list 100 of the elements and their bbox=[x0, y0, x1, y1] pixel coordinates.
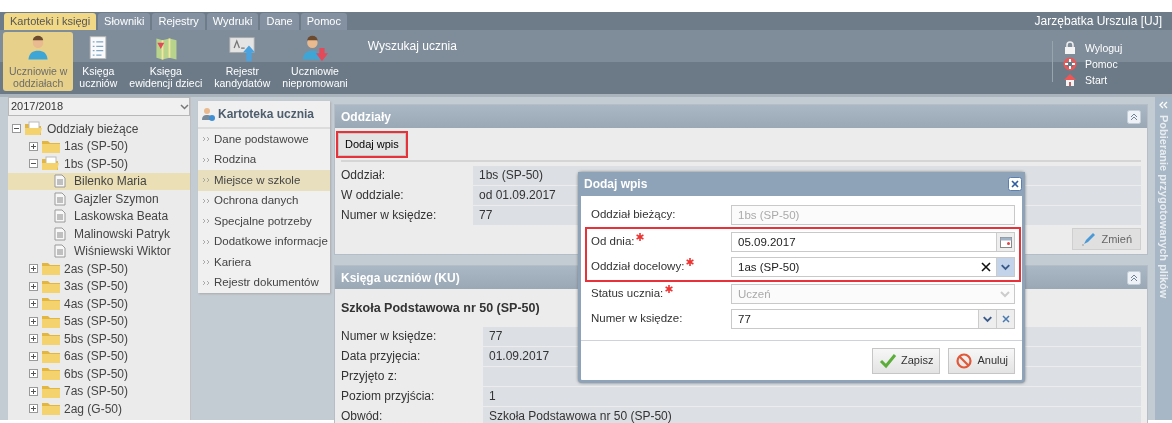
tree-item[interactable]: 5as (SP-50) bbox=[8, 312, 190, 330]
tree-item[interactable]: Bilenko Maria bbox=[8, 172, 190, 190]
tree-item[interactable]: 3as (SP-50) bbox=[8, 277, 190, 295]
ribbon-button[interactable]: Księga ewidencji dzieci bbox=[123, 32, 209, 91]
menu-item[interactable]: Ochrona danych bbox=[198, 190, 330, 211]
field-frame[interactable]: 05.09.2017 bbox=[731, 232, 1015, 252]
expand-icon[interactable] bbox=[29, 369, 38, 379]
school-name: Szkoła Podstawowa nr 50 (SP-50) bbox=[341, 300, 540, 317]
chevron-icon bbox=[202, 238, 210, 245]
folder-icon bbox=[41, 383, 61, 399]
close-icon[interactable] bbox=[1008, 177, 1022, 191]
expand-icon[interactable] bbox=[29, 386, 38, 396]
tree-item[interactable]: Gajzler Szymon bbox=[8, 190, 190, 208]
person-icon bbox=[201, 107, 215, 121]
folder-icon bbox=[41, 156, 61, 172]
tree-item[interactable]: 2ag (G-50) bbox=[8, 400, 190, 418]
combo-field[interactable]: 77 bbox=[732, 310, 978, 328]
tree-item[interactable]: 5bs (SP-50) bbox=[8, 330, 190, 348]
combo-field[interactable]: 1as (SP-50) bbox=[732, 258, 976, 276]
tree-item[interactable]: 6bs (SP-50) bbox=[8, 365, 190, 383]
menu-item[interactable]: Kariera bbox=[198, 252, 330, 273]
dropdown-button[interactable] bbox=[978, 310, 996, 328]
chevron-icon bbox=[202, 156, 210, 163]
collapse-icon[interactable] bbox=[12, 124, 21, 134]
tree-item[interactable]: 7as (SP-50) bbox=[8, 382, 190, 400]
user-name: Jarzębatka Urszula [UJ] bbox=[1034, 13, 1163, 30]
expand-icon[interactable] bbox=[29, 316, 38, 326]
field-label: Oddział bieżący: bbox=[591, 207, 676, 223]
tree-item[interactable]: Oddziały bieżące bbox=[8, 120, 190, 138]
field-value: 1 bbox=[483, 386, 1141, 406]
expand-icon[interactable] bbox=[29, 281, 38, 291]
lifebuoy-icon bbox=[1063, 57, 1077, 71]
year-select[interactable]: 2017/2018 bbox=[8, 97, 190, 116]
folder-icon bbox=[41, 261, 61, 277]
expand-icon[interactable] bbox=[29, 404, 38, 414]
caret-icon bbox=[180, 103, 189, 110]
folder-icon bbox=[41, 278, 61, 294]
ribbon-button[interactable]: Uczniowie niepromowani bbox=[276, 32, 354, 91]
tree-item[interactable]: Malinowski Patryk bbox=[8, 225, 190, 243]
folder-icon bbox=[41, 296, 61, 312]
field-label: Oddział docelowy: bbox=[591, 259, 685, 275]
field-label: Status ucznia: bbox=[591, 286, 664, 302]
menu-item[interactable]: Rejestr dokumentów bbox=[198, 272, 330, 293]
field-label: Obwód: bbox=[341, 408, 384, 423]
close-icon bbox=[981, 262, 991, 272]
calendar-button[interactable] bbox=[996, 233, 1014, 251]
expand-icon[interactable] bbox=[29, 141, 38, 151]
quick-link[interactable]: Start bbox=[1063, 73, 1172, 87]
expand-icon[interactable] bbox=[29, 299, 38, 309]
field-label: Oddział: bbox=[341, 167, 387, 184]
save-button[interactable]: Zapisz bbox=[872, 347, 941, 374]
menu-item[interactable]: Rodzina bbox=[198, 149, 330, 170]
expand-icon[interactable] bbox=[29, 264, 38, 274]
pencil-icon bbox=[1081, 231, 1098, 246]
add-entry-button[interactable]: Dodaj wpis bbox=[338, 133, 406, 156]
tree-item[interactable]: 1as (SP-50) bbox=[8, 137, 190, 155]
ribbon-button[interactable]: Księga uczniów bbox=[73, 32, 124, 91]
close-icon bbox=[1000, 314, 1011, 324]
lock-icon bbox=[1063, 41, 1077, 55]
menu-tab[interactable]: Kartoteki i księgi bbox=[4, 13, 97, 30]
menu-item[interactable]: Dane podstawowe bbox=[198, 129, 330, 150]
field-label: Data przyjęcia: bbox=[341, 348, 422, 366]
field-label: Przyjęto z: bbox=[341, 368, 398, 386]
menu-item[interactable]: Specjalne potrzeby bbox=[198, 211, 330, 232]
folder-icon bbox=[41, 401, 61, 417]
folder-icon bbox=[41, 366, 61, 382]
menu-item[interactable]: Dodatkowe informacje bbox=[198, 231, 330, 252]
chevron-icon bbox=[202, 279, 210, 286]
collapse-icon[interactable] bbox=[29, 159, 38, 169]
field-frame[interactable]: 1as (SP-50) bbox=[731, 257, 1015, 277]
field-label: Numer w księdze: bbox=[341, 328, 438, 346]
document-icon bbox=[54, 209, 66, 224]
dropdown-button[interactable] bbox=[996, 258, 1014, 276]
expand-icon[interactable] bbox=[29, 351, 38, 361]
expand-icon[interactable] bbox=[29, 334, 38, 344]
panel-title: Księga uczniów (KU) bbox=[341, 269, 460, 287]
folder-icon bbox=[41, 138, 61, 154]
edit-button[interactable]: Zmień bbox=[1072, 227, 1141, 250]
field-label: Numer w księdze: bbox=[341, 207, 438, 224]
cancel-button[interactable]: Anuluj bbox=[948, 347, 1015, 374]
date-field[interactable]: 05.09.2017 bbox=[732, 233, 996, 251]
tree-item[interactable]: Wiśniewski Wiktor bbox=[8, 242, 190, 260]
tree-item[interactable]: 4as (SP-50) bbox=[8, 295, 190, 313]
menu-item[interactable]: Miejsce w szkole bbox=[198, 170, 330, 191]
ribbon-button[interactable]: Rejestr kandydatów bbox=[208, 32, 277, 91]
tree-item[interactable]: 2as (SP-50) bbox=[8, 260, 190, 278]
chevron-icon bbox=[202, 259, 210, 266]
tree-item[interactable]: Laskowska Beata bbox=[8, 207, 190, 225]
quick-link[interactable]: Pomoc bbox=[1063, 57, 1172, 71]
tree-item[interactable]: 1bs (SP-50) bbox=[8, 155, 190, 173]
field-label: W oddziale: bbox=[341, 187, 405, 204]
folder-icon bbox=[24, 121, 44, 137]
calendar-icon bbox=[999, 236, 1012, 248]
field-label: Od dnia: bbox=[591, 234, 635, 250]
collapse-icon[interactable] bbox=[1127, 109, 1141, 124]
field-frame[interactable]: 77 bbox=[731, 309, 1015, 329]
tree-item[interactable]: 6as (SP-50) bbox=[8, 347, 190, 365]
ribbon-button[interactable]: Uczniowie w oddziałach bbox=[3, 32, 74, 91]
check-icon bbox=[879, 351, 897, 370]
collapse-icon[interactable] bbox=[1127, 270, 1141, 285]
